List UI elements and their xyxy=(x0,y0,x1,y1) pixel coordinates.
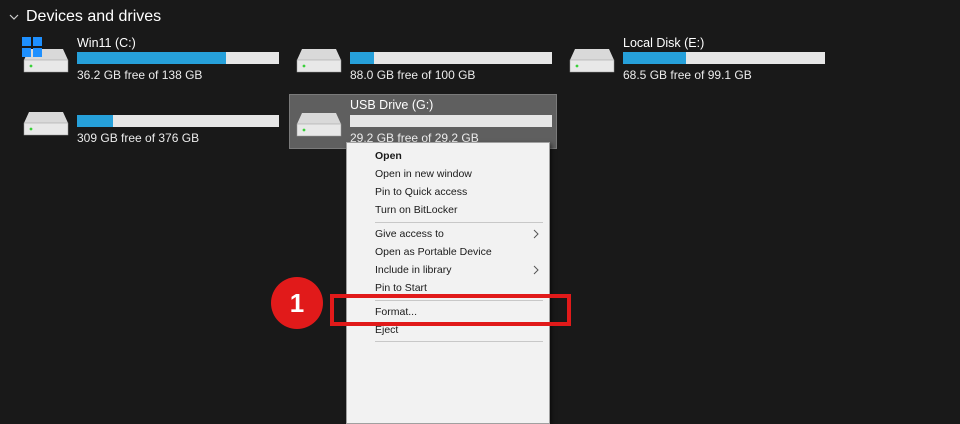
usage-bar-fill xyxy=(77,52,227,64)
menu-item-label: Include in library xyxy=(375,264,452,276)
context-menu: Open Open in new window Pin to Quick acc… xyxy=(346,142,550,424)
chevron-down-icon xyxy=(9,14,19,20)
drive-free-space: 68.5 GB free of 99.1 GB xyxy=(623,68,752,82)
windows-logo-icon xyxy=(22,37,42,57)
usage-bar xyxy=(350,115,552,127)
menu-separator xyxy=(375,341,543,342)
menu-item-give-access[interactable]: Give access to xyxy=(375,225,545,243)
hard-drive-icon xyxy=(296,49,342,73)
drive-tile-c[interactable]: Win11 (C:) 36.2 GB free of 138 GB xyxy=(9,33,279,83)
drive-free-space: 36.2 GB free of 138 GB xyxy=(77,68,203,82)
drive-free-space: 309 GB free of 376 GB xyxy=(77,131,200,145)
usage-bar xyxy=(77,52,279,64)
chevron-right-icon xyxy=(533,229,539,239)
usage-bar xyxy=(623,52,825,64)
menu-item-turn-on-bitlocker[interactable]: Turn on BitLocker xyxy=(375,201,545,219)
menu-item-include-library[interactable]: Include in library xyxy=(375,261,545,279)
devices-drives-header[interactable]: Devices and drives xyxy=(8,6,161,28)
usage-bar-fill xyxy=(77,115,114,127)
menu-separator xyxy=(375,222,543,223)
drive-name: Win11 (C:) xyxy=(77,36,136,50)
drive-tile-f[interactable]: 309 GB free of 376 GB xyxy=(9,96,279,146)
usage-bar-fill xyxy=(350,52,375,64)
chevron-right-icon xyxy=(533,265,539,275)
section-title: Devices and drives xyxy=(26,8,162,25)
drive-tile-usb-g[interactable]: USB Drive (G:) 29.2 GB free of 29.2 GB xyxy=(289,94,557,149)
menu-item-pin-quick-access[interactable]: Pin to Quick access xyxy=(375,183,545,201)
usage-bar xyxy=(77,115,279,127)
drive-tile-e[interactable]: Local Disk (E:) 68.5 GB free of 99.1 GB xyxy=(555,33,825,83)
drive-name: USB Drive (G:) xyxy=(350,98,434,112)
hard-drive-icon xyxy=(569,49,615,73)
menu-item-open-new-window[interactable]: Open in new window xyxy=(375,165,545,183)
menu-item-label: Give access to xyxy=(375,228,444,240)
hard-drive-icon xyxy=(23,112,69,136)
drive-tile-d[interactable]: 88.0 GB free of 100 GB xyxy=(282,33,552,83)
usage-bar-fill xyxy=(623,52,686,64)
drive-name: Local Disk (E:) xyxy=(623,36,705,50)
drive-free-space: 88.0 GB free of 100 GB xyxy=(350,68,476,82)
usage-bar xyxy=(350,52,552,64)
menu-item-open[interactable]: Open xyxy=(375,147,545,165)
step-number-badge: 1 xyxy=(271,277,323,329)
format-highlight-box xyxy=(330,294,571,326)
menu-item-open-portable-device[interactable]: Open as Portable Device xyxy=(375,243,545,261)
usb-drive-icon xyxy=(296,113,342,137)
